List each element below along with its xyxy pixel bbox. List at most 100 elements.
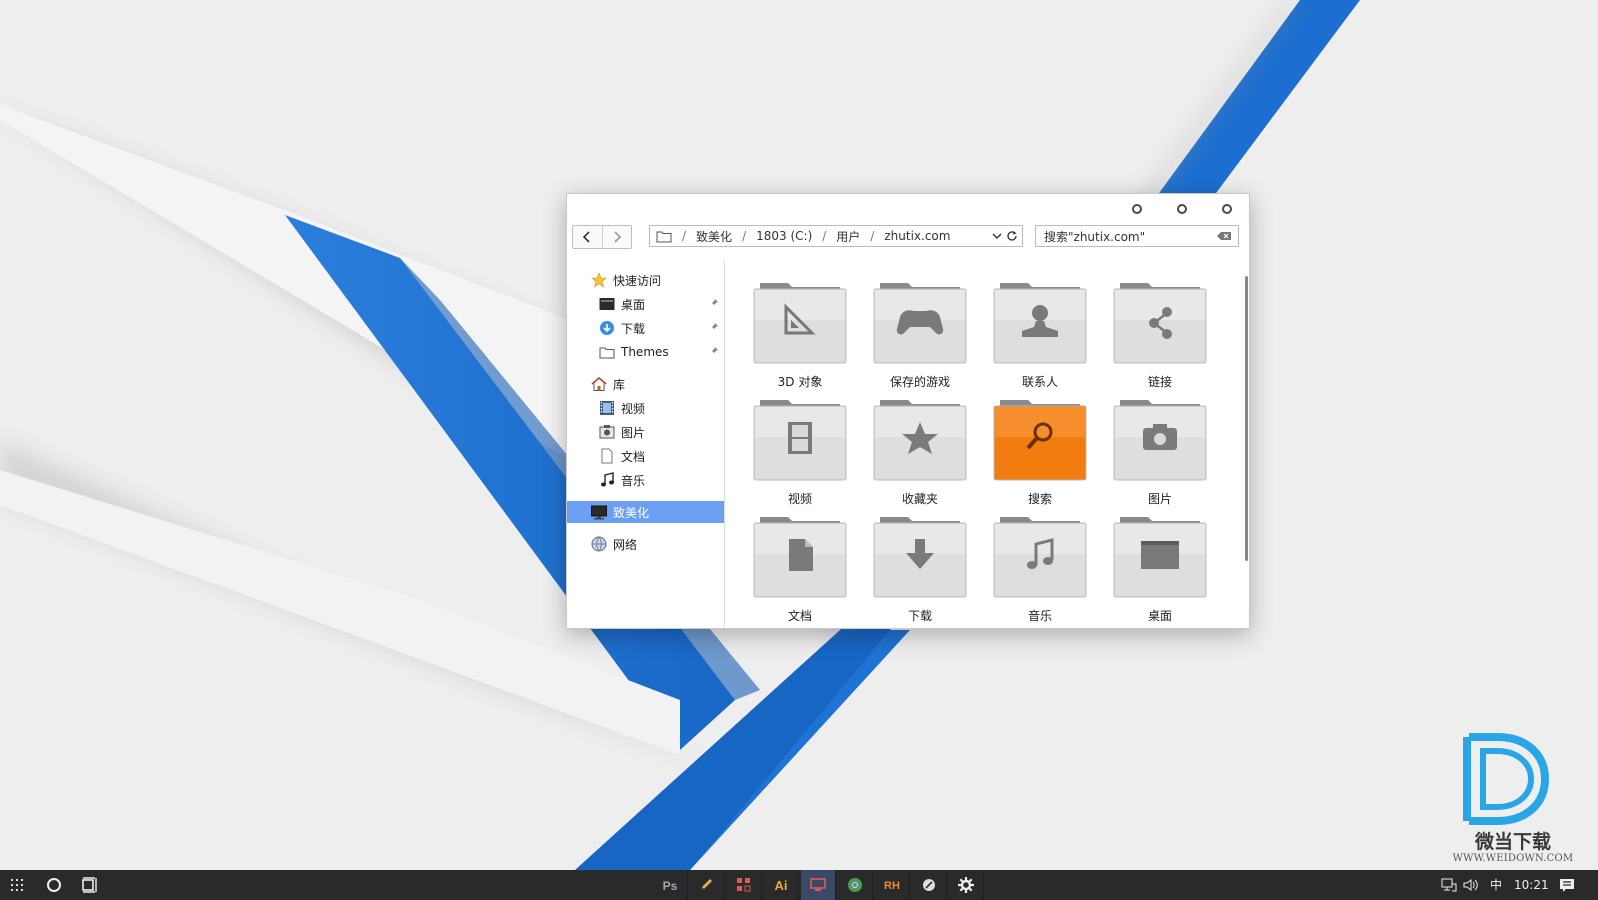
- chevron-right-icon: [614, 231, 621, 243]
- pin-icon[interactable]: [709, 346, 719, 356]
- folder-tile[interactable]: 图片: [1105, 392, 1215, 506]
- taskbar-app-button[interactable]: Ai: [764, 870, 799, 900]
- sidebar-item-quick-access[interactable]: 快速访问: [591, 269, 661, 291]
- sidebar-item-music[interactable]: 音乐: [599, 469, 645, 491]
- document-icon: [601, 448, 613, 464]
- folder-tile[interactable]: 收藏夹: [865, 392, 975, 506]
- chrome-icon: [848, 878, 862, 892]
- sidebar-item-label: 下载: [621, 321, 646, 336]
- folder-tile[interactable]: 搜索: [985, 392, 1095, 506]
- folder-tile[interactable]: 文档: [745, 509, 855, 623]
- folder-tile[interactable]: 链接: [1105, 275, 1215, 389]
- taskbar-app-button[interactable]: [727, 870, 762, 900]
- sidebar-item-this-pc[interactable]: 致美化: [567, 501, 724, 523]
- taskbar: Ps Ai RH 中 10:21: [0, 870, 1598, 900]
- taskbar-app-button[interactable]: [838, 870, 873, 900]
- sidebar-item-pictures[interactable]: 图片: [599, 421, 645, 443]
- film-icon: [753, 400, 847, 481]
- refresh-icon[interactable]: [1006, 230, 1018, 242]
- breadcrumb-item[interactable]: 致美化: [696, 228, 732, 245]
- folder-tile[interactable]: 桌面: [1105, 509, 1215, 623]
- taskbar-app-button[interactable]: [690, 870, 725, 900]
- sidebar-item-desktop[interactable]: 桌面: [599, 293, 719, 315]
- clock[interactable]: 10:21: [1514, 870, 1549, 900]
- address-bar[interactable]: / 致美化 / 1803 (C:) / 用户 / zhutix.com: [649, 225, 1023, 247]
- music-icon: [601, 472, 614, 487]
- taskbar-app-button[interactable]: [949, 870, 984, 900]
- sidebar-item-label: 音乐: [621, 473, 646, 488]
- taskbar-app-button[interactable]: [801, 870, 836, 900]
- search-button[interactable]: [42, 870, 66, 900]
- folder-label: 3D 对象: [777, 375, 823, 389]
- folder-tile[interactable]: 3D 对象: [745, 275, 855, 389]
- folder-label: 收藏夹: [901, 492, 938, 506]
- pin-icon[interactable]: [709, 298, 719, 308]
- folder-label: 保存的游戏: [889, 375, 950, 389]
- taskbar-app-button[interactable]: [912, 870, 947, 900]
- weidown-logo-icon: [1463, 733, 1550, 825]
- breadcrumb-item[interactable]: zhutix.com: [884, 229, 950, 243]
- vertical-scrollbar[interactable]: [1243, 266, 1249, 624]
- document-icon: [753, 517, 847, 598]
- notification-icon: [1560, 878, 1574, 892]
- pen-icon: [701, 879, 712, 890]
- forward-button[interactable]: [601, 226, 632, 248]
- star-icon: [591, 272, 607, 288]
- breadcrumb-separator: /: [682, 229, 687, 243]
- folder-tile[interactable]: 视频: [745, 392, 855, 506]
- watermark: 微当下载 WWW.WEIDOWN.COM: [1453, 733, 1573, 868]
- scrollbar-thumb[interactable]: [1245, 276, 1248, 561]
- title-bar[interactable]: [567, 194, 1249, 224]
- photoshop-icon: Ps: [663, 879, 678, 893]
- svg-text:RH: RH: [884, 880, 900, 892]
- input-method-indicator[interactable]: 中: [1490, 870, 1502, 900]
- breadcrumb-item[interactable]: 1803 (C:): [756, 229, 812, 243]
- sidebar-item-label: 快速访问: [613, 273, 662, 288]
- breadcrumb-item[interactable]: 用户: [836, 228, 860, 245]
- start-button[interactable]: [6, 870, 28, 900]
- svg-text:Ps: Ps: [663, 879, 678, 893]
- taskbar-app-button[interactable]: Ps: [653, 870, 688, 900]
- sidebar-item-label: 桌面: [621, 297, 646, 312]
- pin-icon[interactable]: [709, 322, 719, 332]
- folder-label: 下载: [907, 609, 932, 623]
- minimize-button[interactable]: [1132, 204, 1142, 214]
- gear-icon: [958, 877, 974, 893]
- search-placeholder: 搜索"zhutix.com": [1044, 229, 1146, 244]
- gamepad-icon: [873, 283, 967, 364]
- network-tray-button[interactable]: [1440, 870, 1458, 900]
- sidebar-item-network[interactable]: 网络: [591, 533, 637, 555]
- share-icon: [1113, 283, 1207, 364]
- clear-search-button[interactable]: [1216, 231, 1232, 241]
- folder-tile[interactable]: 下载: [865, 509, 975, 623]
- sidebar-item-documents[interactable]: 文档: [599, 445, 645, 467]
- folder-grid: 3D 对象 保存的游戏 联系人 链接视频 收藏夹 搜索 图片文档 下载 音乐 桌面: [725, 261, 1239, 627]
- folder-label: 文档: [787, 609, 812, 623]
- link-app-icon: [923, 879, 935, 891]
- close-button[interactable]: [1222, 204, 1232, 214]
- action-center-button[interactable]: [1556, 870, 1578, 900]
- taskbar-app-button[interactable]: RH: [875, 870, 910, 900]
- volume-button[interactable]: [1462, 870, 1480, 900]
- breadcrumb-separator: /: [822, 229, 827, 243]
- folder-tile[interactable]: 保存的游戏: [865, 275, 975, 389]
- folder-label: 视频: [787, 492, 812, 506]
- maximize-button[interactable]: [1177, 204, 1187, 214]
- sidebar-item-themes[interactable]: Themes: [599, 341, 719, 363]
- back-button[interactable]: [573, 226, 602, 248]
- task-view-button[interactable]: [78, 870, 102, 900]
- breadcrumb-separator: /: [870, 229, 875, 243]
- search-box[interactable]: 搜索"zhutix.com": [1035, 225, 1239, 247]
- folder-tile[interactable]: 联系人: [985, 275, 1095, 389]
- sidebar-item-label: 视频: [621, 401, 646, 416]
- apps-grid-icon: [11, 879, 23, 891]
- sidebar-item-videos[interactable]: 视频: [599, 397, 645, 419]
- sidebar-item-label: 库: [613, 377, 626, 392]
- sidebar-item-downloads[interactable]: 下载: [599, 317, 719, 339]
- breadcrumb-separator: /: [742, 229, 747, 243]
- backspace-icon: [1217, 232, 1231, 240]
- folder-tile[interactable]: 音乐: [985, 509, 1095, 623]
- sidebar-item-label: 致美化: [613, 505, 650, 520]
- sidebar-item-library[interactable]: 库: [591, 373, 625, 395]
- chevron-down-icon[interactable]: [992, 232, 1002, 240]
